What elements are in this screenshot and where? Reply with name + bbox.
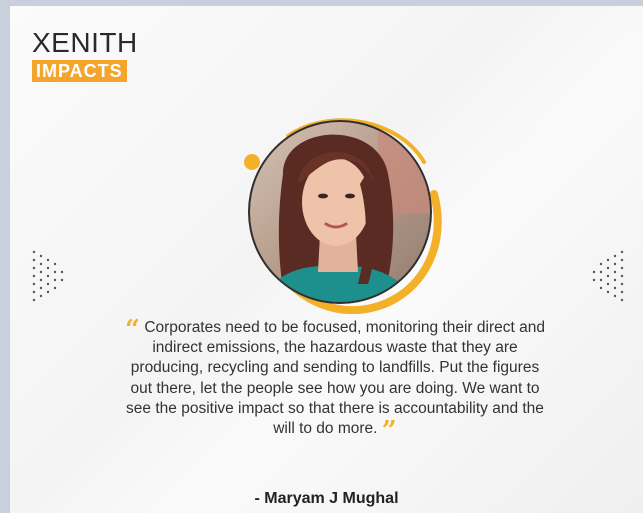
speaker-portrait — [244, 118, 442, 314]
quote-author: - Maryam J Mughal — [254, 490, 399, 507]
right-dot-pattern — [592, 250, 624, 302]
testimonial-quote: “ Corporates need to be focused, monitor… — [120, 315, 550, 444]
quote-text: Corporates need to be focused, monitorin… — [126, 319, 545, 438]
logo-text-impacts: IMPACTS — [32, 60, 127, 82]
xenith-impacts-logo: XENITH IMPACTS — [32, 28, 138, 82]
left-dot-pattern — [32, 250, 64, 302]
close-quote-mark: ” — [381, 416, 397, 447]
open-quote-mark: “ — [125, 315, 140, 345]
quote-card: XENITH IMPACTS “ Corporates need to be f… — [10, 6, 643, 513]
logo-text-xenith: XENITH — [32, 27, 138, 58]
